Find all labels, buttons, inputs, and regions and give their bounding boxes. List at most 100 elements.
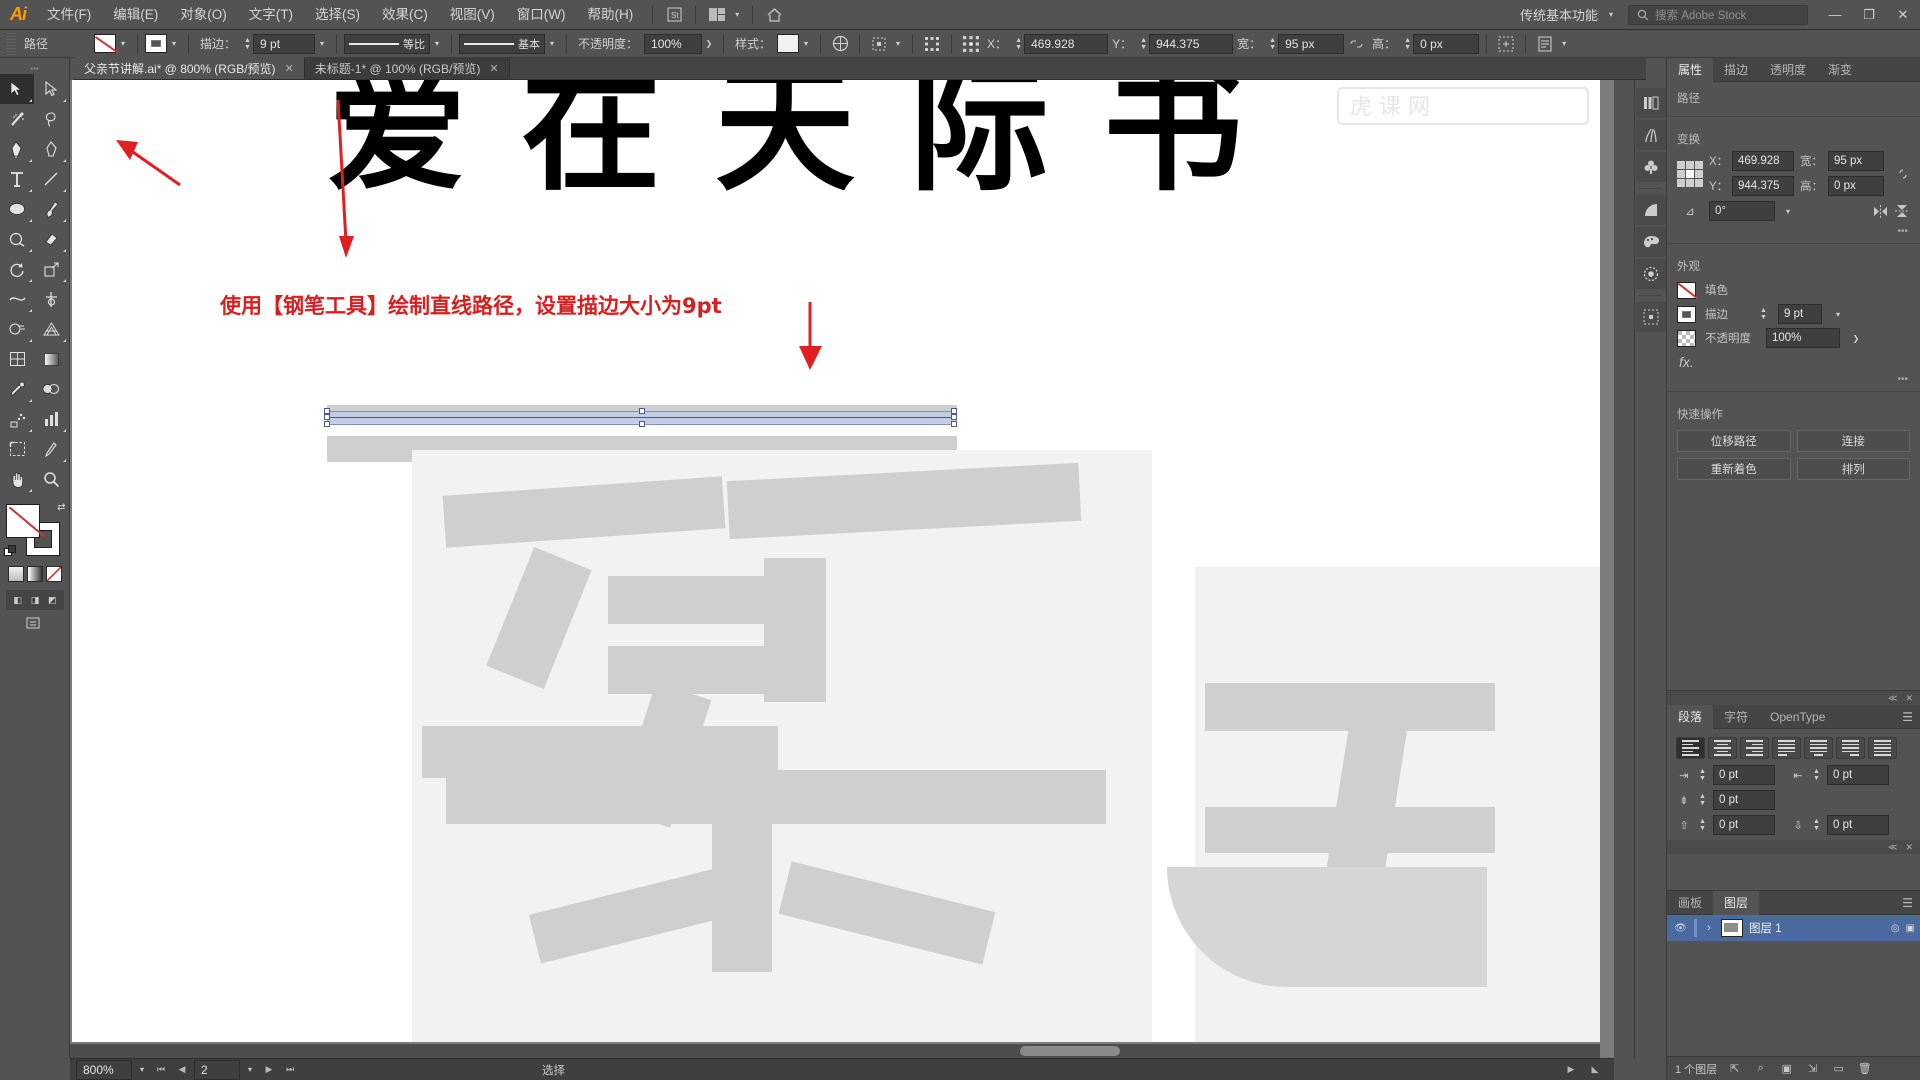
indent-first-line-input[interactable]: 0 pt	[1713, 790, 1775, 810]
first-artboard-button[interactable]: ⏮	[152, 1061, 170, 1079]
indent-right-stepper[interactable]: ▲ ▼	[1811, 765, 1822, 785]
rotate-angle-caret-icon[interactable]: ▾	[1781, 201, 1795, 221]
appearance-opacity-swatch[interactable]	[1677, 329, 1696, 347]
edit-toolbar-icon[interactable]	[25, 616, 45, 632]
space-before-input[interactable]: 0 pt	[1713, 815, 1775, 835]
menu-edit[interactable]: 编辑(E)	[102, 0, 169, 30]
document-tab-2[interactable]: 未标题-1* @ 100% (RGB/预览) ✕	[304, 57, 510, 79]
paragraph-footer-close-icon[interactable]: ✕	[1905, 842, 1913, 853]
appearance-stroke-stepper[interactable]: ▲ ▼	[1758, 304, 1769, 324]
tab-paragraph[interactable]: 段落	[1667, 704, 1714, 729]
prop-h-input[interactable]: 0 px	[1828, 176, 1884, 196]
align-center-button[interactable]	[1708, 737, 1737, 759]
type-tool[interactable]	[0, 164, 34, 194]
appearance-fill-swatch[interactable]	[1677, 281, 1696, 299]
artboard-caret-icon[interactable]: ▾	[243, 1060, 257, 1080]
color-mode-color[interactable]	[7, 566, 24, 582]
transform-anchor-icon[interactable]	[959, 33, 983, 55]
transform-icon[interactable]	[1636, 302, 1666, 332]
perspective-grid-tool[interactable]	[34, 314, 68, 344]
width-stepper[interactable]: ▲ ▼	[1267, 34, 1278, 54]
rotate-angle-input[interactable]: 0°	[1709, 201, 1775, 221]
document-setup-icon[interactable]	[1533, 33, 1557, 55]
menu-help[interactable]: 帮助(H)	[576, 0, 644, 30]
stock-search-input[interactable]: 搜索 Adobe Stock	[1628, 4, 1808, 25]
anchor-point[interactable]	[951, 414, 957, 420]
libraries-icon[interactable]	[1636, 88, 1666, 118]
tab-transparency[interactable]: 透明度	[1759, 58, 1817, 82]
make-clipping-mask-icon[interactable]: ⌕	[1752, 1060, 1769, 1077]
delete-layer-icon[interactable]: 🗑	[1856, 1060, 1873, 1077]
tab-opentype[interactable]: OpenType	[1759, 705, 1836, 729]
tab-layers[interactable]: 图层	[1713, 890, 1760, 915]
fill-swatch[interactable]	[94, 34, 116, 53]
paragraph-footer-collapse-icon[interactable]: ≪	[1888, 842, 1897, 853]
mesh-tool[interactable]	[0, 344, 34, 374]
height-stepper[interactable]: ▲ ▼	[1402, 34, 1413, 54]
document-tab-close-2[interactable]: ✕	[489, 62, 498, 75]
workspace-caret-icon[interactable]: ▾	[1604, 5, 1618, 25]
layer-target-icon[interactable]: ◎	[1891, 923, 1900, 934]
menu-object[interactable]: 对象(O)	[169, 0, 238, 30]
prop-x-input[interactable]: 469.928	[1732, 151, 1794, 171]
next-artboard-button[interactable]: ▶	[260, 1061, 278, 1079]
align-right-button[interactable]	[1740, 737, 1769, 759]
select-similar-icon[interactable]	[867, 33, 891, 55]
window-maximize-button[interactable]: ❐	[1852, 0, 1886, 30]
y-stepper[interactable]: ▲ ▼	[1138, 34, 1149, 54]
status-resize-icon[interactable]: ◣	[1586, 1061, 1604, 1079]
line-segment-tool[interactable]	[34, 164, 68, 194]
add-anchor-point-tool[interactable]	[34, 134, 68, 164]
indent-left-stepper[interactable]: ▲ ▼	[1697, 765, 1708, 785]
gradient-icon[interactable]	[1636, 195, 1666, 225]
zoom-caret-icon[interactable]: ▾	[135, 1060, 149, 1080]
stroke-profile-caret-icon[interactable]: ▾	[430, 34, 444, 54]
zoom-level-input[interactable]: 800%	[76, 1059, 132, 1080]
prop-y-input[interactable]: 944.375	[1732, 176, 1794, 196]
fill-color-swatch[interactable]	[5, 504, 40, 538]
select-similar-caret-icon[interactable]: ▾	[891, 34, 905, 54]
appearance-stroke-input[interactable]: 9 pt	[1778, 304, 1822, 324]
pen-tool[interactable]	[0, 134, 34, 164]
arrange-button[interactable]: 排列	[1796, 458, 1910, 480]
anchor-point[interactable]	[639, 421, 645, 427]
status-expand-icon[interactable]: ▶	[1562, 1061, 1580, 1079]
join-button[interactable]: 连接	[1796, 430, 1910, 452]
width-input[interactable]: 95 px	[1278, 33, 1345, 54]
stroke-profile-preview[interactable]: 等比	[344, 33, 431, 54]
align-panel-icon[interactable]	[920, 33, 944, 55]
transform-more-icon[interactable]	[1494, 33, 1518, 55]
artwork-block-lower[interactable]	[412, 450, 1152, 1042]
canvas-horizontal-scrollbar[interactable]	[70, 1044, 1600, 1058]
stroke-swatch[interactable]	[145, 34, 167, 53]
menu-window[interactable]: 窗口(W)	[506, 0, 577, 30]
style-caret-icon[interactable]: ▾	[799, 34, 813, 54]
brush-caret-icon[interactable]: ▾	[545, 34, 559, 54]
create-sublayer-icon[interactable]: ▣	[1778, 1060, 1795, 1077]
screen-mode-fullmenu-icon[interactable]: ◨	[27, 593, 42, 607]
recolor-button[interactable]: 重新着色	[1677, 458, 1791, 480]
create-new-layer-icon[interactable]: ⇲	[1804, 1060, 1821, 1077]
menu-select[interactable]: 选择(S)	[304, 0, 371, 30]
last-artboard-button[interactable]: ⏭	[281, 1061, 299, 1079]
justify-last-left-button[interactable]	[1772, 737, 1801, 759]
paragraph-close-icon[interactable]: ✕	[1905, 693, 1913, 704]
stroke-weight-input[interactable]: 9 pt	[253, 33, 316, 54]
locate-object-icon[interactable]: ⇱	[1726, 1060, 1743, 1077]
color-mode-gradient[interactable]	[26, 566, 43, 582]
swatches-icon[interactable]	[1636, 227, 1666, 257]
width-tool[interactable]	[0, 284, 34, 314]
document-setup-caret-icon[interactable]: ▾	[1557, 34, 1571, 54]
tab-stroke[interactable]: 描边	[1713, 58, 1759, 82]
document-tab-close-1[interactable]: ✕	[285, 62, 294, 75]
anchor-point[interactable]	[639, 408, 645, 414]
shaper-tool[interactable]	[0, 224, 34, 254]
ellipse-tool[interactable]	[0, 194, 34, 224]
anchor-point[interactable]	[324, 414, 330, 420]
justify-all-button[interactable]	[1868, 737, 1897, 759]
space-before-stepper[interactable]: ▲ ▼	[1697, 815, 1708, 835]
indent-right-input[interactable]: 0 pt	[1827, 765, 1889, 785]
direct-selection-tool[interactable]	[34, 74, 68, 104]
screen-mode-normal-icon[interactable]: ◧	[10, 593, 25, 607]
recolor-artwork-icon[interactable]	[828, 33, 852, 55]
